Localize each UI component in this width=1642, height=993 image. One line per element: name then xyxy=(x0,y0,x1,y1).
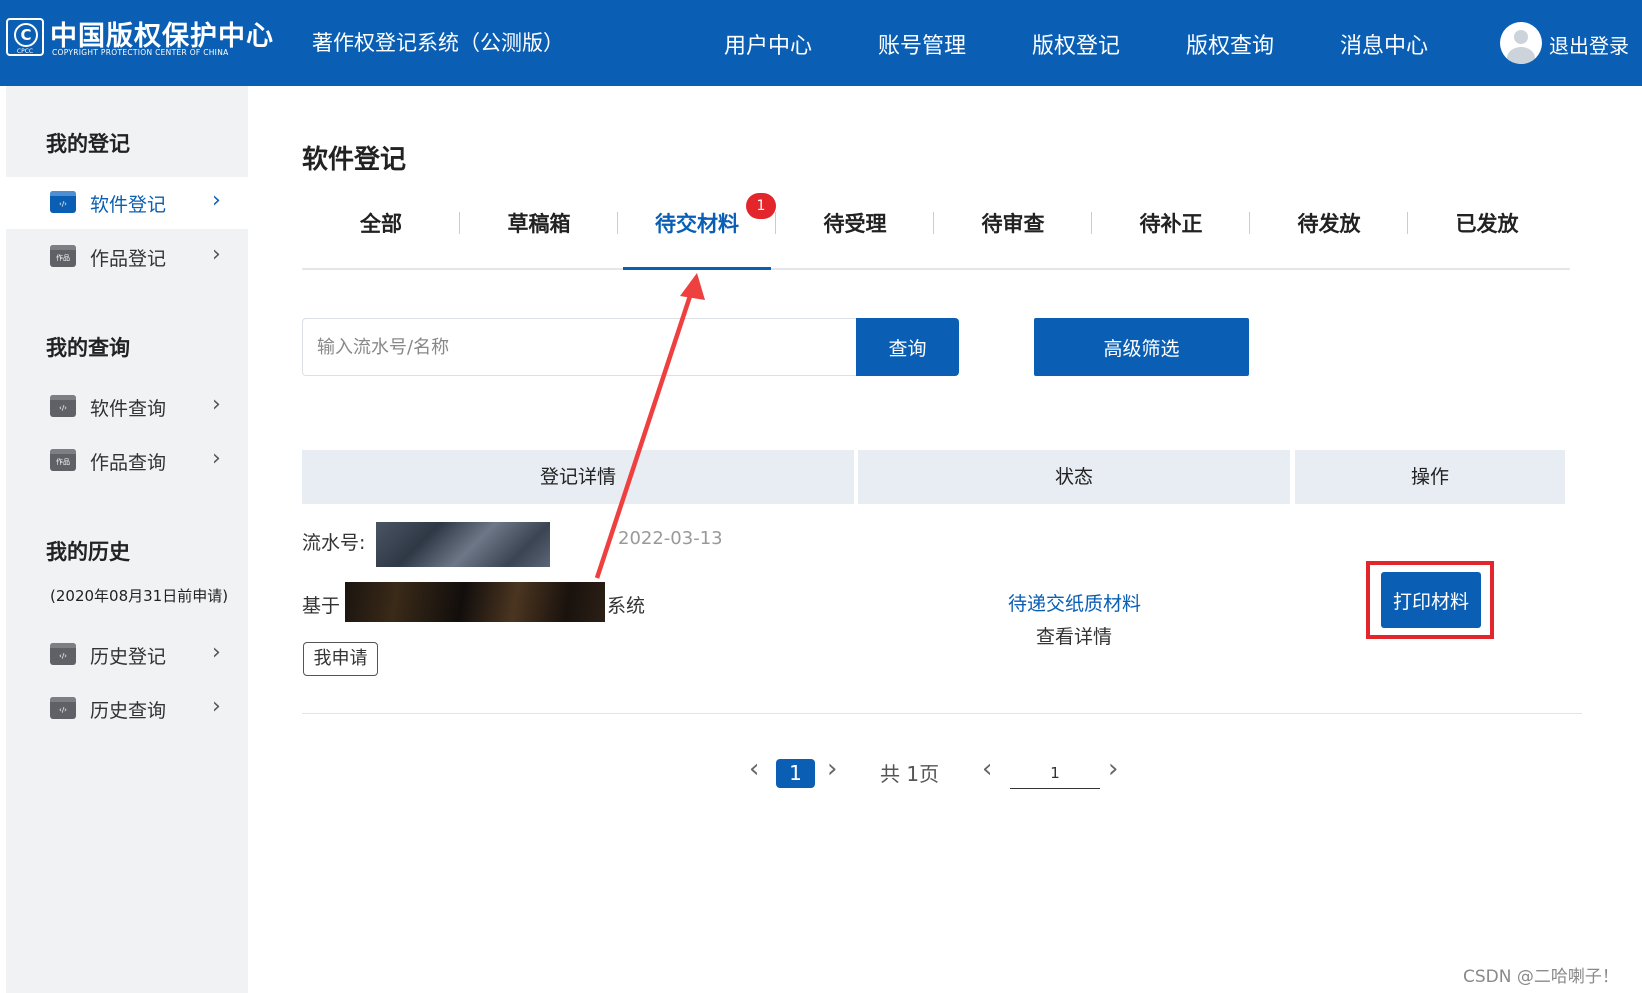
cpcc-logo[interactable]: C CPCC 中国版权保护中心 COPYRIGHT PROTECTION CEN… xyxy=(6,14,288,64)
sidebar-item-label: 历史登记 xyxy=(90,646,167,668)
tab-drafts[interactable]: 草稿箱 xyxy=(460,196,618,268)
search-input[interactable] xyxy=(302,318,858,376)
tab-label: 待补正 xyxy=(1139,212,1203,236)
status-pending-paper-materials[interactable]: 待递交纸质材料 xyxy=(1008,589,1141,616)
cpcc-text: CPCC xyxy=(16,48,34,55)
sidebar-item-works-query[interactable]: 作品 作品查询 › xyxy=(6,435,248,487)
tab-pending-issue[interactable]: 待发放 xyxy=(1250,196,1408,268)
table-header-details: 登记详情 xyxy=(302,450,854,504)
status-tabs: 全部 草稿箱 待交材料 1 待受理 待审查 待补正 待发放 已发放 xyxy=(302,193,1570,270)
chevron-right-icon: › xyxy=(212,242,221,267)
tab-label: 待审查 xyxy=(981,212,1045,236)
nav-user-center[interactable]: 用户中心 xyxy=(724,28,812,60)
tab-pending-correction[interactable]: 待补正 xyxy=(1092,196,1250,268)
user-avatar-icon[interactable] xyxy=(1500,22,1542,64)
system-title: 著作权登记系统（公测版） xyxy=(312,31,564,55)
logout-link[interactable]: 退出登录 xyxy=(1549,30,1629,59)
pagination-jump-next-icon[interactable]: › xyxy=(1108,754,1118,784)
sidebar-item-works-registration[interactable]: 作品 作品登记 › xyxy=(6,231,248,283)
software-name-prefix: 基于 xyxy=(302,595,341,617)
pagination-jump-prev-icon[interactable]: ‹ xyxy=(982,754,992,784)
sidebar: 我的登记 ‹/› 软件登记 › 作品 作品登记 › 我的查询 ‹/› 软件查询 … xyxy=(6,86,248,993)
software-code-icon: ‹/› xyxy=(50,697,76,719)
sidebar-item-label: 作品登记 xyxy=(90,248,167,270)
row-divider xyxy=(302,713,1582,714)
pagination-total-pages: 共 1页 xyxy=(880,762,940,786)
table-header-actions: 操作 xyxy=(1295,450,1565,504)
software-code-icon: ‹/› xyxy=(50,643,76,665)
tab-all[interactable]: 全部 xyxy=(302,196,460,268)
pagination-next-icon[interactable]: › xyxy=(827,754,837,784)
tab-label: 待发放 xyxy=(1297,212,1361,236)
nav-copyright-registration[interactable]: 版权登记 xyxy=(1032,28,1120,60)
pagination-current-page[interactable]: 1 xyxy=(776,759,815,788)
sidebar-item-label: 历史查询 xyxy=(90,700,167,722)
chevron-right-icon: › xyxy=(212,188,221,213)
view-details-link[interactable]: 查看详情 xyxy=(1036,622,1112,649)
print-materials-button[interactable]: 打印材料 xyxy=(1381,572,1481,628)
sidebar-item-history-query[interactable]: ‹/› 历史查询 › xyxy=(6,683,248,735)
works-icon: 作品 xyxy=(50,245,76,267)
software-code-icon: ‹/› xyxy=(50,191,76,213)
sidebar-item-software-query[interactable]: ‹/› 软件查询 › xyxy=(6,381,248,433)
sidebar-history-note: (2020年08月31日前申请) xyxy=(50,587,229,605)
sidebar-item-label: 软件登记 xyxy=(90,194,167,216)
works-icon: 作品 xyxy=(50,449,76,471)
top-header: C CPCC 中国版权保护中心 COPYRIGHT PROTECTION CEN… xyxy=(0,0,1642,86)
software-code-icon: ‹/› xyxy=(50,395,76,417)
redacted-serial-number xyxy=(376,522,550,567)
tab-label: 草稿箱 xyxy=(507,212,571,236)
sidebar-section-my-registration: 我的登记 xyxy=(46,132,130,156)
tab-label: 全部 xyxy=(360,212,402,236)
nav-copyright-query[interactable]: 版权查询 xyxy=(1186,28,1274,60)
nav-message-center[interactable]: 消息中心 xyxy=(1340,28,1428,60)
tab-pending-review[interactable]: 待审查 xyxy=(934,196,1092,268)
submission-date: 2022-03-13 xyxy=(618,528,723,549)
serial-number-label: 流水号: xyxy=(302,532,366,554)
nav-account-management[interactable]: 账号管理 xyxy=(878,28,966,60)
tab-pending-materials[interactable]: 待交材料 1 xyxy=(618,193,776,270)
sidebar-item-history-registration[interactable]: ‹/› 历史登记 › xyxy=(6,629,248,681)
copyright-logo-mark: C CPCC xyxy=(6,18,44,56)
sidebar-section-my-history: 我的历史 xyxy=(46,540,130,564)
notification-badge: 1 xyxy=(746,193,776,219)
tab-label: 已发放 xyxy=(1455,212,1519,236)
software-name-suffix: 系统 xyxy=(607,595,646,617)
tab-label: 待交材料 xyxy=(655,212,739,236)
search-button[interactable]: 查询 xyxy=(856,318,959,376)
chevron-right-icon: › xyxy=(212,446,221,471)
tab-label: 待受理 xyxy=(823,212,887,236)
page-title: 软件登记 xyxy=(302,145,407,175)
copyright-symbol: C xyxy=(14,23,38,47)
pagination-jump-input[interactable] xyxy=(1010,758,1100,789)
redacted-software-name xyxy=(345,582,605,622)
sidebar-item-label: 软件查询 xyxy=(90,398,167,420)
sidebar-item-label: 作品查询 xyxy=(90,452,167,474)
tab-pending-acceptance[interactable]: 待受理 xyxy=(776,196,934,268)
sidebar-item-software-registration[interactable]: ‹/› 软件登记 › xyxy=(6,177,248,229)
my-application-tag: 我申请 xyxy=(303,642,378,676)
csdn-watermark: CSDN @二哈喇子！ xyxy=(1463,967,1619,987)
tab-issued[interactable]: 已发放 xyxy=(1408,196,1566,268)
advanced-filter-button[interactable]: 高级筛选 xyxy=(1034,318,1249,376)
sidebar-section-my-query: 我的查询 xyxy=(46,336,130,360)
chevron-right-icon: › xyxy=(212,392,221,417)
chevron-right-icon: › xyxy=(212,694,221,719)
chevron-right-icon: › xyxy=(212,640,221,665)
pagination-prev-icon[interactable]: ‹ xyxy=(749,754,759,784)
table-header-status: 状态 xyxy=(858,450,1290,504)
logo-english-name: COPYRIGHT PROTECTION CENTER OF CHINA xyxy=(52,48,229,57)
